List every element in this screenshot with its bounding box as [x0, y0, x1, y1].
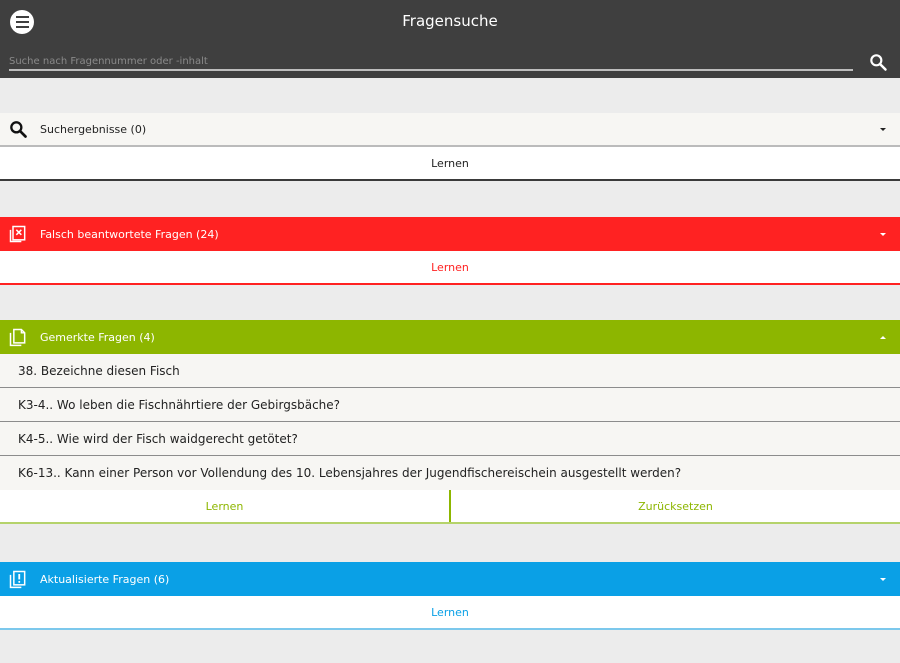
- search-results-header[interactable]: Suchergebnisse (0): [0, 113, 900, 147]
- marked-reset-button[interactable]: Zurücksetzen: [451, 490, 900, 522]
- marked-questions-title: Gemerkte Fragen (4): [40, 330, 155, 344]
- updated-questions-title: Aktualisierte Fragen (6): [40, 572, 170, 586]
- marked-questions-section: Gemerkte Fragen (4) 38. Bezeichne diesen…: [0, 320, 900, 524]
- marked-questions-header[interactable]: Gemerkte Fragen (4): [0, 320, 900, 354]
- updated-questions-learn-button[interactable]: Lernen: [0, 596, 900, 630]
- page-title: Fragensuche: [402, 12, 498, 30]
- updated-questions-section: Aktualisierte Fragen (6) Lernen: [0, 562, 900, 630]
- list-item[interactable]: 38. Bezeichne diesen Fisch: [0, 354, 900, 388]
- search-icon[interactable]: [868, 52, 888, 72]
- search-input[interactable]: [9, 53, 853, 71]
- marked-questions-actions: Lernen Zurücksetzen: [0, 490, 900, 524]
- wrong-answers-section: Falsch beantwortete Fragen (24) Lernen: [0, 217, 900, 285]
- bookmark-pages-icon: [9, 328, 26, 347]
- wrong-answers-learn-button[interactable]: Lernen: [0, 251, 900, 285]
- wrong-answers-header[interactable]: Falsch beantwortete Fragen (24): [0, 217, 900, 251]
- list-item[interactable]: K6-13.. Kann einer Person vor Vollendung…: [0, 456, 900, 490]
- chevron-down-icon[interactable]: [880, 127, 886, 131]
- marked-learn-button[interactable]: Lernen: [0, 490, 451, 522]
- chevron-down-icon[interactable]: [880, 577, 886, 581]
- wrong-answers-title: Falsch beantwortete Fragen (24): [40, 227, 219, 241]
- list-item[interactable]: K4-5.. Wie wird der Fisch waidgerecht ge…: [0, 422, 900, 456]
- chevron-up-icon[interactable]: [880, 335, 886, 339]
- chevron-down-icon[interactable]: [880, 232, 886, 236]
- search-results-title: Suchergebnisse (0): [40, 122, 147, 136]
- updated-questions-header[interactable]: Aktualisierte Fragen (6): [0, 562, 900, 596]
- list-item[interactable]: K3-4.. Wo leben die Fischnährtiere der G…: [0, 388, 900, 422]
- app-bar: Fragensuche: [0, 0, 900, 78]
- search-icon: [10, 121, 27, 138]
- wrong-question-icon: [9, 225, 26, 243]
- search-results-section: Suchergebnisse (0) Lernen: [0, 113, 900, 181]
- updated-pages-icon: [9, 570, 26, 589]
- search-results-learn-button[interactable]: Lernen: [0, 147, 900, 181]
